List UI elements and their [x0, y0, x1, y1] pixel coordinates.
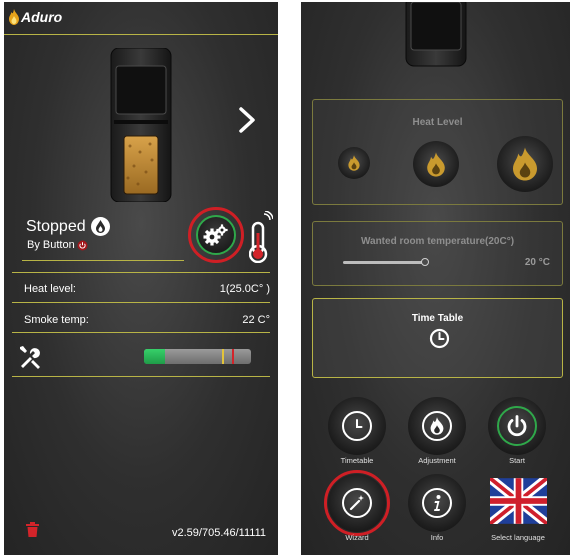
start-label: Start — [509, 456, 525, 465]
readings-divider — [12, 302, 270, 303]
progress-fill — [144, 349, 166, 364]
readings-divider — [12, 332, 270, 333]
top-bar-divider — [4, 34, 278, 35]
stove-image — [110, 48, 172, 202]
progress-bar — [144, 349, 251, 364]
main-screen: Aduro Stopped By Button Heat level: 1(25… — [4, 2, 278, 555]
status-reason-text: By Button — [27, 239, 75, 251]
heat-level-2-button[interactable] — [413, 141, 459, 187]
select-language-label: Select language — [491, 533, 545, 542]
progress-marker — [231, 349, 234, 364]
status-area: Stopped — [26, 217, 110, 236]
trash-icon[interactable] — [26, 522, 39, 537]
brand-logo: Aduro — [8, 9, 62, 25]
heat-level-1-button[interactable] — [338, 147, 370, 179]
settings-button-face — [196, 215, 236, 255]
wizard-button-face — [342, 488, 372, 518]
version-text: v2.59/705.46/11111 — [172, 527, 266, 539]
adjustment-button[interactable] — [408, 397, 466, 455]
flame-icon — [430, 417, 444, 435]
heat-level-panel: Heat Level — [312, 99, 563, 205]
info-icon — [434, 495, 441, 511]
progress-marker — [222, 349, 225, 364]
status-reason: By Button — [27, 239, 88, 251]
clock-icon — [356, 419, 363, 428]
gear-icon — [203, 224, 228, 246]
room-temperature-panel: Wanted room temperature(20C°) 20 °C — [312, 221, 563, 286]
reading-label: Heat level: — [24, 283, 76, 295]
room-temperature-title: Wanted room temperature(20C°) — [360, 236, 515, 247]
thermometer-icon[interactable] — [249, 211, 273, 263]
timetable-label: Timetable — [340, 456, 374, 465]
drop-icon — [90, 217, 110, 236]
wrench-screwdriver-icon[interactable] — [18, 344, 44, 370]
readings-top-divider — [12, 272, 270, 273]
info-button-face — [422, 488, 452, 518]
power-icon — [507, 415, 527, 437]
reading-smoke-temp: Smoke temp: 22 C° — [24, 314, 270, 326]
start-button-face — [497, 406, 537, 446]
temperature-slider-knob[interactable] — [421, 258, 429, 266]
heat-level-title: Heat Level — [412, 117, 463, 128]
flame-large-icon — [513, 147, 537, 181]
top-bar: Aduro — [4, 2, 278, 35]
stove-image — [405, 2, 467, 67]
info-button[interactable] — [408, 474, 466, 532]
adjustment-button-face — [422, 411, 452, 441]
reading-label: Smoke temp: — [24, 314, 89, 326]
menu-screen: Heat Level Wanted room temperature(20C°)… — [301, 2, 570, 555]
chevron-right-icon[interactable] — [236, 106, 258, 134]
tools-divider — [12, 376, 270, 377]
reading-value: 1(25.0C° ) — [219, 283, 270, 295]
clock-icon — [429, 328, 450, 349]
timetable-button-face — [342, 411, 372, 441]
timetable-button[interactable] — [328, 397, 386, 455]
heat-level-3-button[interactable] — [497, 136, 553, 192]
wizard-button[interactable] — [328, 474, 386, 532]
magic-wand-icon — [349, 495, 364, 511]
status-divider — [22, 260, 184, 261]
adjustment-label: Adjustment — [418, 456, 456, 465]
reading-value: 22 C° — [242, 314, 270, 326]
brand-name: Aduro — [21, 9, 63, 25]
flame-logo-icon — [9, 9, 19, 25]
time-table-panel[interactable]: Time Table — [312, 298, 563, 378]
uk-flag-icon[interactable] — [490, 478, 547, 524]
power-icon — [77, 240, 88, 250]
flame-medium-icon — [427, 151, 445, 177]
temperature-value: 20 °C — [524, 257, 550, 268]
reading-heat-level: Heat level: 1(25.0C° ) — [24, 283, 270, 295]
time-table-title: Time Table — [411, 313, 464, 324]
settings-button[interactable] — [188, 207, 244, 263]
start-button[interactable] — [488, 397, 546, 455]
status-text: Stopped — [26, 217, 86, 235]
wizard-label: Wizard — [345, 533, 369, 542]
flame-small-icon — [348, 155, 360, 171]
info-label: Info — [430, 533, 444, 542]
temperature-slider-track[interactable] — [343, 261, 425, 264]
